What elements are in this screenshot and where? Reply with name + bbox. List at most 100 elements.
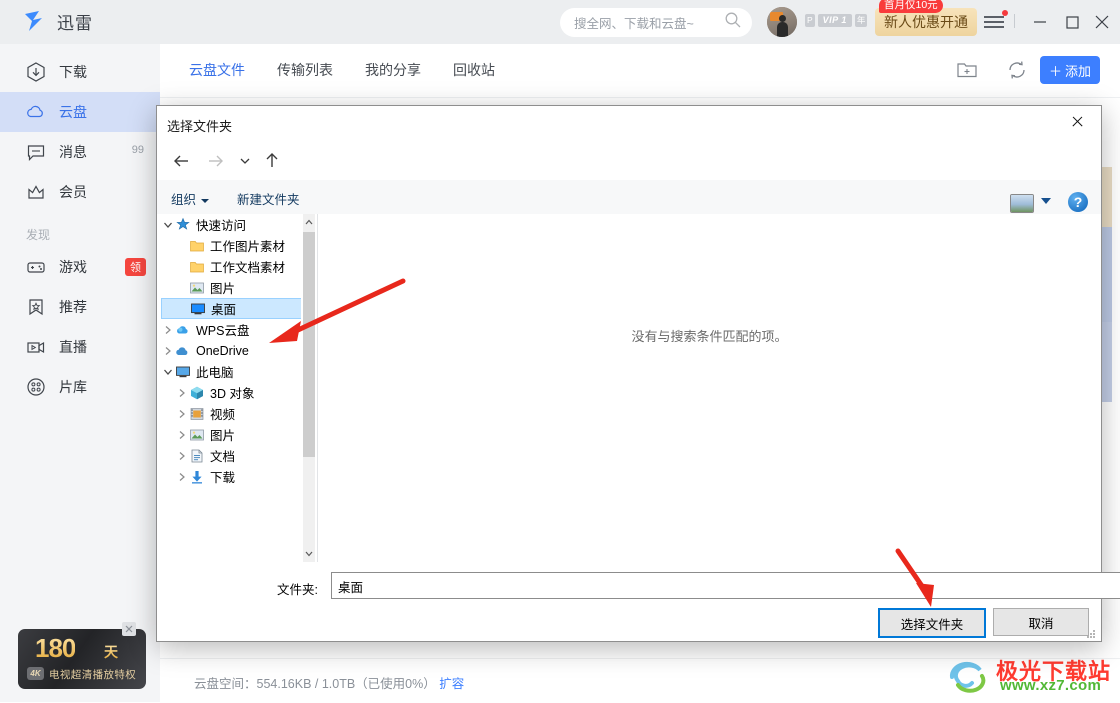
app-menu-button[interactable]	[984, 14, 1006, 30]
sidebar-item-games[interactable]: 游戏 领	[0, 247, 160, 287]
sidebar-item-recommend[interactable]: 推荐	[0, 287, 160, 327]
tree-expand-chevron-icon[interactable]	[175, 260, 189, 274]
app-logo: 迅雷	[22, 8, 93, 34]
tree-item[interactable]: WPS云盘	[161, 319, 301, 340]
scroll-down-arrow-icon[interactable]	[303, 545, 315, 562]
site-watermark: 极光下载站 www.xz7.com	[948, 655, 1114, 697]
tree-expand-chevron-icon[interactable]	[175, 449, 189, 463]
tab-transfer-list[interactable]: 传输列表	[277, 60, 333, 80]
tree-item[interactable]: 3D 对象	[161, 382, 301, 403]
bookmark-star-icon	[25, 296, 47, 318]
sidebar-item-live[interactable]: 直播	[0, 327, 160, 367]
view-options-chevron-down-icon[interactable]	[1041, 198, 1051, 204]
vip-badge[interactable]: P VIP 1 年	[805, 14, 868, 27]
promo-banner[interactable]: 180 天 4K 电视超清播放特权	[18, 629, 146, 689]
cloud-space-text: 云盘空间：554.16KB / 1.0TB（已使用0%）	[194, 677, 436, 691]
folder-name-input[interactable]: 桌面	[331, 572, 1120, 599]
tree-item[interactable]: OneDrive	[161, 340, 301, 361]
tree-expand-chevron-icon[interactable]	[175, 281, 189, 295]
sidebar-item-vip[interactable]: 会员	[0, 172, 160, 212]
gamepad-icon	[25, 256, 47, 278]
new-folder-button[interactable]: 新建文件夹	[237, 189, 300, 208]
dialog-titlebar: 选择文件夹	[157, 106, 1101, 142]
game-reward-badge: 领	[125, 258, 146, 276]
tree-item-label: 快速访问	[196, 219, 247, 233]
expand-space-link[interactable]: 扩容	[439, 677, 464, 691]
download-icon	[25, 61, 47, 83]
tree-item[interactable]: 桌面	[161, 298, 301, 319]
pictures-icon	[189, 427, 205, 443]
tree-expand-chevron-icon[interactable]	[175, 470, 189, 484]
tree-item[interactable]: 图片	[161, 424, 301, 445]
tree-expand-chevron-icon[interactable]	[175, 239, 189, 253]
tree-item[interactable]: 视频	[161, 403, 301, 424]
tree-item[interactable]: 快速访问	[161, 214, 301, 235]
chevron-down-icon	[201, 198, 210, 203]
file-list-pane[interactable]: 没有与搜索条件匹配的项。	[318, 214, 1101, 562]
sidebar-item-cloud[interactable]: 云盘	[0, 92, 160, 132]
change-view-icon[interactable]	[1010, 194, 1034, 213]
tree-expand-chevron-icon[interactable]	[175, 428, 189, 442]
empty-folder-message: 没有与搜索条件匹配的项。	[631, 329, 788, 344]
tree-item-label: 图片	[210, 282, 236, 296]
tree-item[interactable]: 工作图片素材	[161, 235, 301, 256]
sidebar-item-label: 推荐	[59, 299, 87, 315]
add-button[interactable]: ＋ 添加	[1040, 56, 1100, 84]
sidebar-section-title: 发现	[26, 228, 51, 242]
promo-banner-close-icon[interactable]	[122, 622, 136, 636]
tree-expand-chevron-icon[interactable]	[175, 407, 189, 421]
tree-item[interactable]: 文档	[161, 445, 301, 466]
quick-access-star-icon	[175, 217, 191, 233]
xunlei-bird-icon	[22, 8, 48, 34]
refresh-icon[interactable]	[1005, 58, 1029, 82]
organize-menu[interactable]: 组织	[171, 189, 210, 208]
recent-locations-dropdown[interactable]	[232, 148, 258, 174]
tree-expand-chevron-icon[interactable]	[161, 365, 175, 379]
onedrive-icon	[175, 343, 191, 359]
tree-item[interactable]: 工作文档素材	[161, 256, 301, 277]
tree-item-label: 视频	[210, 408, 236, 422]
avatar[interactable]	[767, 7, 797, 37]
tree-scrollbar[interactable]	[303, 214, 315, 562]
minimize-button[interactable]	[1028, 10, 1052, 34]
film-reel-icon	[25, 376, 47, 398]
folder-name-value: 桌面	[338, 581, 364, 595]
tree-expand-chevron-icon[interactable]	[161, 218, 175, 232]
sidebar-item-label: 下载	[59, 64, 87, 80]
up-button[interactable]	[259, 148, 285, 174]
pictures-icon	[189, 280, 205, 296]
dialog-title: 选择文件夹	[167, 119, 233, 134]
dialog-close-icon[interactable]	[1054, 106, 1100, 138]
global-search-input[interactable]: 搜全网、下载和云盘~	[560, 8, 752, 37]
scroll-up-arrow-icon[interactable]	[303, 214, 315, 231]
sidebar-item-messages[interactable]: 消息 99	[0, 132, 160, 172]
sidebar-item-library[interactable]: 片库	[0, 367, 160, 407]
downloads-icon	[189, 469, 205, 485]
sidebar-item-download[interactable]: 下载	[0, 52, 160, 92]
new-folder-icon[interactable]	[955, 58, 979, 82]
maximize-button[interactable]	[1060, 10, 1084, 34]
cancel-button[interactable]: 取消	[993, 608, 1089, 636]
add-button-label: 添加	[1065, 63, 1092, 79]
tree-item-label: 下载	[210, 471, 236, 485]
tree-item[interactable]: 此电脑	[161, 361, 301, 382]
back-button[interactable]	[169, 148, 195, 174]
tree-expand-chevron-icon[interactable]	[161, 323, 175, 337]
tree-item[interactable]: 图片	[161, 277, 301, 298]
tree-expand-chevron-icon[interactable]	[176, 302, 190, 316]
select-folder-button[interactable]: 选择文件夹	[878, 608, 986, 638]
close-button[interactable]	[1090, 10, 1114, 34]
tree-expand-chevron-icon[interactable]	[161, 344, 175, 358]
cloud-space-status: 云盘空间：554.16KB / 1.0TB（已使用0%） 扩容	[194, 673, 464, 692]
help-icon[interactable]: ?	[1068, 192, 1088, 212]
promo-banner-days: 180	[35, 633, 76, 663]
tree-item[interactable]: 下载	[161, 466, 301, 487]
tree-expand-chevron-icon[interactable]	[175, 386, 189, 400]
tab-recycle-bin[interactable]: 回收站	[453, 60, 495, 80]
resize-grip-icon[interactable]	[1087, 630, 1095, 638]
tab-cloud-files[interactable]: 云盘文件	[189, 60, 245, 80]
search-icon	[724, 11, 742, 34]
tree-scrollbar-thumb[interactable]	[303, 232, 315, 457]
app-brand-label: 迅雷	[57, 13, 93, 33]
tab-my-shares[interactable]: 我的分享	[365, 60, 421, 80]
